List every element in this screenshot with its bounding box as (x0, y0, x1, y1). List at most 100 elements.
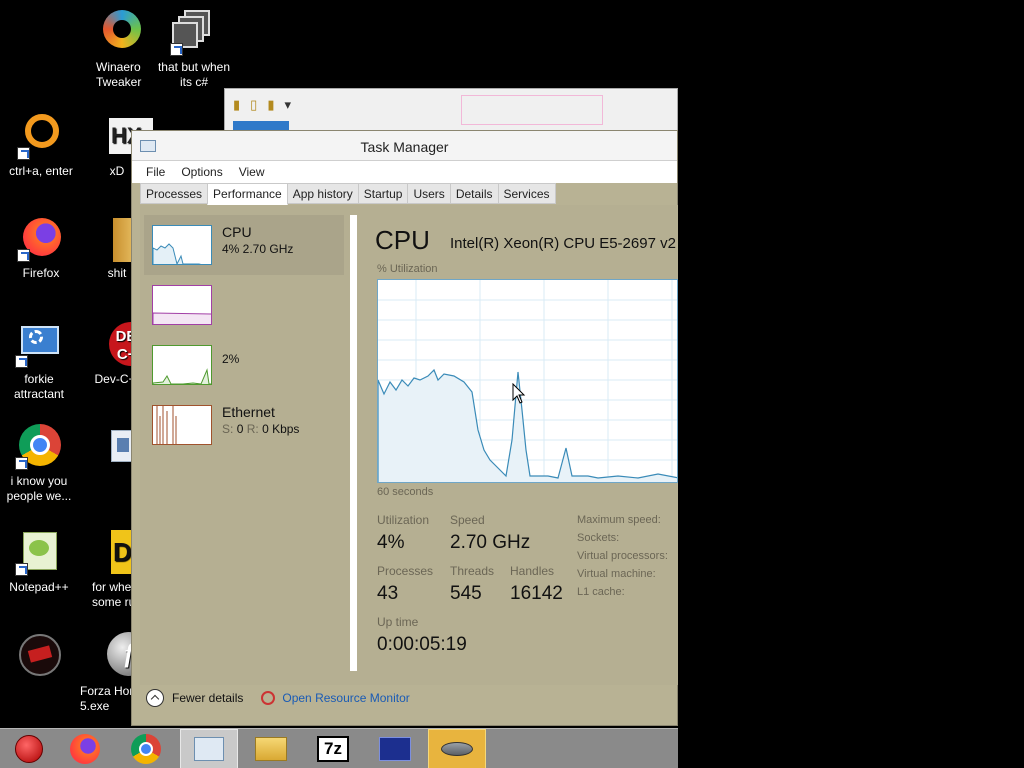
folder-down-icon[interactable]: ▮ (233, 97, 240, 113)
taskbar-task-manager[interactable] (180, 729, 238, 768)
taskbar-firefox[interactable] (56, 729, 114, 768)
mouse-cursor-icon (512, 383, 526, 404)
taskbar: 7z (0, 728, 678, 768)
menu-file[interactable]: File (138, 165, 173, 179)
title-bar[interactable]: Task Manager (132, 131, 677, 161)
menu-options[interactable]: Options (173, 165, 230, 179)
graph-top-label: % Utilization (377, 263, 438, 275)
tab-processes[interactable]: Processes (140, 183, 209, 204)
footer: Fewer details Open Resource Monitor (146, 687, 410, 709)
resource-item-memory[interactable] (144, 275, 344, 335)
utilization-label: Utilization (377, 513, 430, 527)
desktop-icon-chrome[interactable]: i know you people we... (0, 422, 80, 504)
red-logo-icon (15, 632, 63, 680)
desktop-icon-firefox[interactable]: Firefox (0, 214, 82, 281)
menu-view[interactable]: View (231, 165, 273, 179)
ethernet-receive-label: R: (246, 422, 259, 436)
resource-item-cpu[interactable]: CPU 4% 2.70 GHz (144, 215, 344, 275)
taskbar-blue-window[interactable] (366, 729, 424, 768)
disk-thumbnail (152, 345, 212, 385)
window-title: Task Manager (360, 139, 449, 155)
open-resource-monitor-link[interactable]: Open Resource Monitor (282, 691, 409, 705)
collapse-chevron-icon[interactable] (146, 689, 164, 707)
blue-window-icon (379, 737, 411, 761)
threads-label: Threads (450, 564, 495, 578)
speed-value: 2.70 GHz (450, 532, 531, 553)
fish-icon (441, 742, 473, 756)
tab-app-history[interactable]: App history (286, 183, 359, 204)
chrome-icon (131, 734, 161, 764)
resource-monitor-icon[interactable] (261, 691, 276, 705)
notepadpp-icon (15, 528, 63, 576)
resource-item-ethernet[interactable]: Ethernet S: 0 R: 0 Kbps (144, 395, 344, 455)
performance-content: CPU 4% 2.70 GHz 2% Ethernet S: 0 R: 0 Kb… (140, 205, 678, 685)
new-folder-icon[interactable]: ▮ (267, 97, 274, 113)
disk-detail: 2% (222, 352, 240, 366)
cpu-thumbnail (152, 225, 212, 265)
speed-label: Speed (450, 513, 485, 527)
desktop-icon-notepadpp[interactable]: Notepad++ (0, 528, 80, 595)
properties-icon[interactable]: ▯ (250, 97, 257, 113)
tab-users[interactable]: Users (407, 183, 451, 204)
desktop-icon-winaero[interactable]: Winaero Tweaker (80, 8, 162, 90)
uptime-value: 0:00:05:19 (377, 634, 467, 655)
ethernet-label: Ethernet (222, 404, 275, 420)
cpu-detail: 4% 2.70 GHz (222, 242, 294, 256)
7zip-icon: 7z (317, 736, 349, 762)
winaero-icon (97, 8, 145, 56)
desktop-icon-forkie[interactable]: forkie attractant (0, 320, 80, 402)
desktop-icon-label: i know you people we... (6, 474, 72, 503)
panel-title: CPU (375, 225, 430, 255)
threads-value: 545 (450, 583, 482, 604)
ethernet-receive-value: 0 Kbps (262, 422, 300, 436)
shortcut-arrow-icon (15, 563, 28, 576)
tab-services[interactable]: Services (497, 183, 556, 204)
tab-strip: Processes Performance App history Startu… (140, 183, 556, 205)
shortcut-arrow-icon (15, 355, 28, 368)
tab-details[interactable]: Details (449, 183, 499, 204)
desktop-icon-label: Notepad++ (9, 580, 69, 594)
handles-label: Handles (510, 564, 555, 578)
fewer-details-button[interactable]: Fewer details (172, 691, 243, 705)
cpu-thumb-graph (153, 243, 202, 264)
firefox-icon (17, 214, 65, 262)
desktop-icon-redcircle[interactable] (0, 632, 80, 684)
resource-item-disk[interactable]: 2% (144, 335, 344, 395)
handles-value: 16142 (510, 583, 563, 604)
desktop-icon-label: ctrl+a, enter (9, 164, 73, 178)
taskbar-fish-app[interactable] (428, 729, 486, 768)
desktop-icon-ctrla[interactable]: ctrl+a, enter (0, 112, 82, 179)
shortcut-arrow-icon (170, 43, 183, 56)
memory-thumb-graph (153, 312, 211, 324)
cpu-model: Intel(R) Xeon(R) CPU E5-2697 v2 (450, 235, 676, 252)
spec-virtual-processors-label: Virtual processors: (577, 550, 668, 562)
tab-performance[interactable]: Performance (207, 183, 288, 205)
orange-ring-icon (17, 112, 65, 160)
christmas-ornament-icon (15, 735, 43, 763)
taskbar-7zip[interactable]: 7z (304, 729, 362, 768)
desktop: ctrl+a, enter Firefox forkie attractant … (0, 0, 1024, 768)
desktop-icon-label: Firefox (22, 266, 60, 280)
tab-startup[interactable]: Startup (357, 183, 409, 204)
processes-label: Processes (377, 564, 434, 578)
pane-splitter[interactable] (350, 215, 357, 671)
stacked-windows-icon (170, 8, 218, 56)
utilization-value: 4% (377, 532, 405, 553)
spec-l1-cache-label: L1 cache: (577, 586, 625, 598)
taskbar-ornament-app[interactable] (0, 729, 58, 768)
task-manager-window[interactable]: Task Manager File Options View Processes… (131, 130, 678, 726)
memory-thumbnail (152, 285, 212, 325)
cpu-detail-panel: CPU Intel(R) Xeon(R) CPU E5-2697 v2 % Ut… (357, 215, 678, 675)
ethernet-send-label: S: (222, 422, 234, 436)
taskbar-chrome[interactable] (117, 729, 175, 768)
ethernet-send-value: 0 (236, 422, 244, 436)
graph-bottom-label: 60 seconds (377, 486, 434, 498)
menu-bar: File Options View (132, 161, 677, 183)
taskbar-file-explorer[interactable] (242, 729, 300, 768)
desktop-icon-label: forkie attractant (13, 372, 65, 401)
desktop-icon-csharp[interactable]: that but when its c# (153, 8, 235, 90)
ethernet-thumbnail (152, 405, 212, 445)
spec-virtual-machine-label: Virtual machine: (577, 568, 656, 580)
resource-list: CPU 4% 2.70 GHz 2% Ethernet S: 0 R: 0 Kb… (144, 215, 344, 670)
qat-dropdown-icon[interactable]: ▾ (284, 97, 291, 113)
